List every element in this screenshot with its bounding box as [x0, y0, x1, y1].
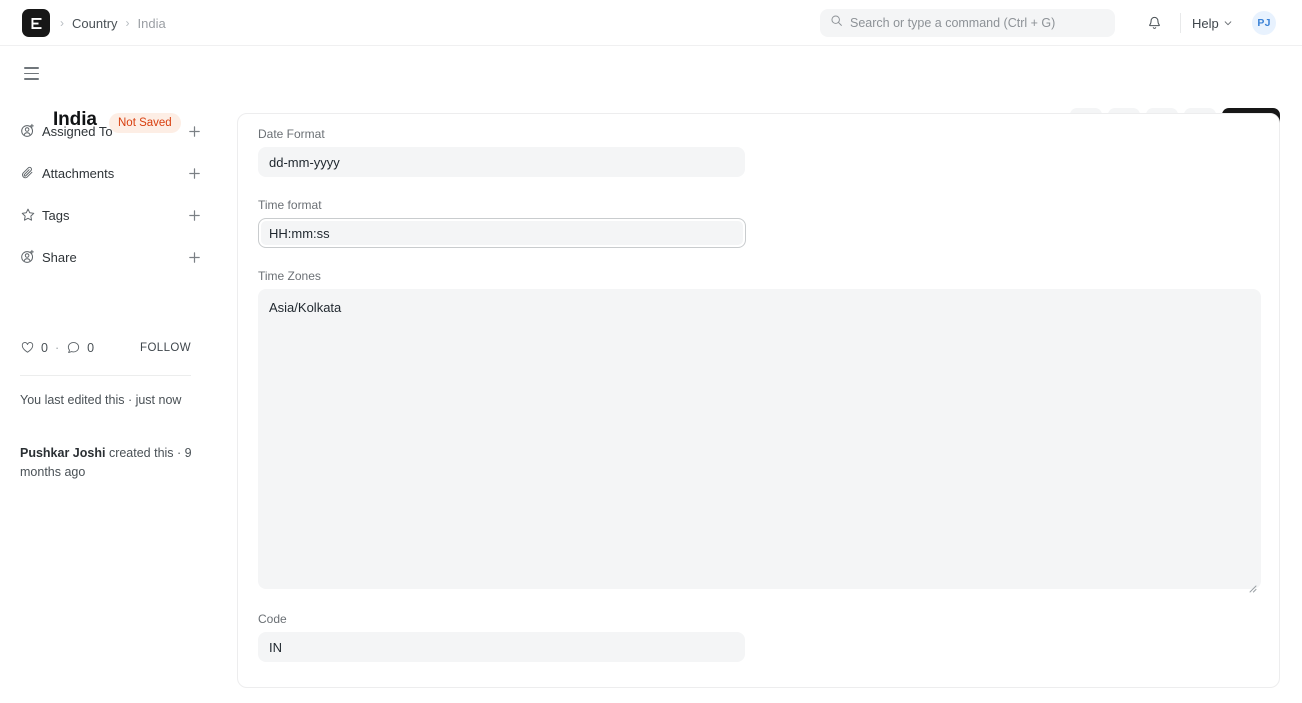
frappe-logo[interactable] [22, 9, 50, 37]
sidebar-divider [20, 375, 191, 376]
comments-count: 0 [87, 341, 94, 355]
field-date-format: Date Format [258, 127, 745, 177]
chevron-down-icon [1223, 16, 1233, 31]
document-sidebar: Assigned To Attachments Tags [0, 110, 222, 278]
field-time-format: Time format [258, 198, 746, 248]
sidebar-item-label: Attachments [42, 166, 187, 181]
breadcrumb-separator-icon: › [126, 17, 130, 29]
top-navbar: › Country › India Help PJ [0, 0, 1302, 46]
field-label: Date Format [258, 127, 745, 141]
time-format-input[interactable] [258, 218, 746, 248]
field-label: Time Zones [258, 269, 1261, 283]
sidebar-item-tags[interactable]: Tags [20, 194, 202, 236]
created-by-text: Pushkar Joshi created this · 9 months ag… [20, 444, 200, 482]
breadcrumb-item-india: India [138, 16, 166, 31]
navbar-divider [1180, 13, 1181, 33]
sidebar-item-label: Share [42, 250, 187, 265]
field-time-zones: Time Zones Asia/Kolkata [258, 269, 1261, 594]
user-plus-icon [20, 123, 42, 139]
avatar[interactable]: PJ [1252, 11, 1276, 35]
search-icon [830, 14, 843, 32]
date-format-input[interactable] [258, 147, 745, 177]
sidebar-item-label: Assigned To [42, 124, 187, 139]
sidebar-item-share[interactable]: Share [20, 236, 202, 278]
breadcrumb-item-country[interactable]: Country [72, 16, 118, 31]
field-label: Time format [258, 198, 746, 212]
star-icon [20, 207, 42, 223]
search-box[interactable] [820, 9, 1115, 37]
heart-icon[interactable] [20, 340, 35, 355]
hamburger-icon[interactable] [24, 67, 39, 80]
add-share-button[interactable] [187, 250, 202, 265]
form-card: Date Format Time format Time Zones Asia/… [237, 113, 1280, 688]
time-zones-textarea[interactable]: Asia/Kolkata [258, 289, 1261, 589]
field-label: Code [258, 612, 745, 626]
field-code: Code [258, 612, 745, 662]
meta-separator: · [55, 341, 59, 355]
paperclip-icon [20, 165, 42, 181]
created-by-user[interactable]: Pushkar Joshi [20, 446, 105, 460]
add-tag-button[interactable] [187, 208, 202, 223]
sidebar-item-assigned-to[interactable]: Assigned To [20, 110, 202, 152]
social-meta-row: 0 · 0 FOLLOW [20, 340, 191, 355]
share-user-icon [20, 249, 42, 265]
help-menu[interactable]: Help [1192, 0, 1233, 46]
comment-icon[interactable] [66, 340, 81, 355]
help-label: Help [1192, 16, 1219, 31]
likes-count: 0 [41, 341, 48, 355]
search-input[interactable] [850, 16, 1105, 30]
breadcrumb: › Country › India [60, 0, 166, 46]
add-assignment-button[interactable] [187, 124, 202, 139]
last-edited-text: You last edited this · just now [20, 391, 200, 410]
page-titlebar: India Not Saved [0, 46, 1302, 108]
bell-icon[interactable] [1146, 14, 1163, 36]
add-attachment-button[interactable] [187, 166, 202, 181]
code-input[interactable] [258, 632, 745, 662]
sidebar-item-attachments[interactable]: Attachments [20, 152, 202, 194]
follow-button[interactable]: FOLLOW [140, 342, 191, 354]
breadcrumb-separator-icon: › [60, 17, 64, 29]
sidebar-item-label: Tags [42, 208, 187, 223]
